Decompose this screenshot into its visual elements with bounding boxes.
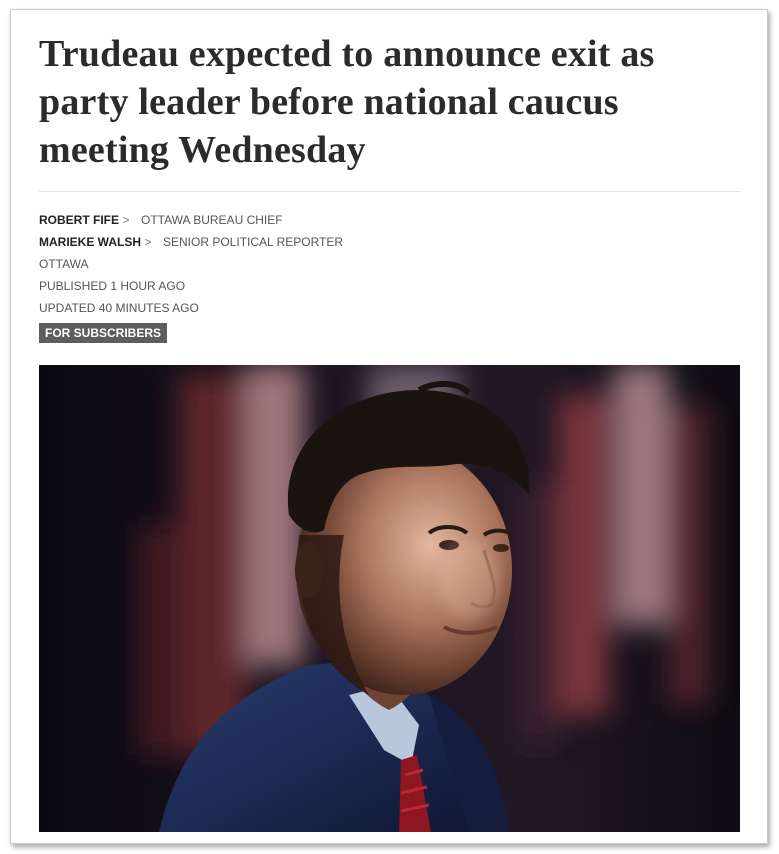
author-title: OTTAWA BUREAU CHIEF <box>141 213 283 227</box>
chevron-right-icon[interactable]: > <box>143 233 153 251</box>
article-headline: Trudeau expected to announce exit as par… <box>39 33 655 171</box>
author-link-robert-fife[interactable]: ROBERT FIFE <box>39 213 119 227</box>
subscriber-badge: FOR SUBSCRIBERS <box>39 323 168 343</box>
author-title: SENIOR POLITICAL REPORTER <box>163 235 344 249</box>
lead-photo[interactable] <box>39 365 740 832</box>
portrait-illustration <box>39 365 740 832</box>
headline-divider <box>39 191 740 192</box>
article-card: Trudeau expected to announce exit as par… <box>10 9 768 844</box>
author-link-marieke-walsh[interactable]: MARIEKE WALSH <box>39 235 141 249</box>
published-time: PUBLISHED 1 HOUR AGO <box>39 279 186 293</box>
article-meta: ROBERT FIFE > OTTAWA BUREAU CHIEF MARIEKE … <box>39 211 739 343</box>
byline-row: ROBERT FIFE > OTTAWA BUREAU CHIEF <box>39 211 739 233</box>
updated-time: UPDATED 40 MINUTES AGO <box>39 301 199 315</box>
dateline: OTTAWA <box>39 257 89 271</box>
byline-row: MARIEKE WALSH > SENIOR POLITICAL REPORTER <box>39 233 739 255</box>
chevron-right-icon[interactable]: > <box>121 211 131 229</box>
